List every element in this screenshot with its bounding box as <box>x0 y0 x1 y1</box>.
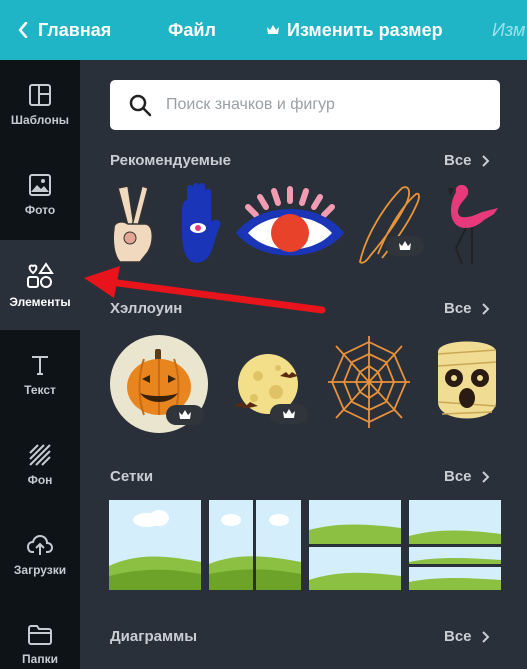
sidebar-item-photo[interactable]: Фото <box>0 150 80 240</box>
elements-icon <box>27 262 54 288</box>
red-arrow-annotation <box>84 266 326 314</box>
see-all-recommended-button[interactable]: Все <box>444 152 490 169</box>
elements-panel: Рекомендуемые Все <box>80 60 527 669</box>
search-box[interactable] <box>110 80 500 130</box>
peace-hand-sticker[interactable] <box>108 182 158 264</box>
see-all-charts-button[interactable]: Все <box>444 628 490 645</box>
truncated-menu-item[interactable]: Изм <box>492 0 525 60</box>
premium-badge <box>386 236 424 256</box>
background-icon <box>29 444 51 466</box>
sidebar-item-uploads[interactable]: Загрузки <box>0 510 80 600</box>
abstract-lines-sticker[interactable] <box>356 184 426 266</box>
top-bar: Главная Файл Изменить размер Изм <box>0 0 527 60</box>
grid-two-rows[interactable] <box>309 500 401 590</box>
sidebar-item-text[interactable]: Текст <box>0 330 80 420</box>
section-title-charts: Диаграммы <box>110 628 198 645</box>
home-back-button[interactable]: Главная <box>18 0 111 60</box>
home-label: Главная <box>38 19 112 40</box>
file-menu-button[interactable]: Файл <box>168 0 216 60</box>
grid-single[interactable] <box>109 500 201 590</box>
crown-icon <box>267 25 279 34</box>
landscape-image <box>309 500 401 590</box>
search-icon <box>129 94 152 117</box>
sidebar-item-label: Фон <box>27 473 53 487</box>
sidebar-item-label: Текст <box>24 383 56 397</box>
section-title-recommended: Рекомендуемые <box>110 152 231 169</box>
landscape-image <box>409 500 501 590</box>
spider-web-icon <box>328 336 410 428</box>
search-input[interactable] <box>166 96 486 114</box>
text-icon <box>32 356 48 375</box>
chevron-right-icon <box>481 630 489 643</box>
chevron-right-icon <box>481 470 489 483</box>
evil-eye-icon <box>236 186 344 256</box>
pumpkin-sticker[interactable] <box>110 335 208 433</box>
flamingo-icon <box>448 184 498 265</box>
peace-hand-icon <box>112 185 153 263</box>
chevron-left-icon <box>18 22 28 38</box>
sidebar-item-folders[interactable]: Папки <box>0 600 80 669</box>
resize-label: Изменить размер <box>287 19 443 40</box>
photo-icon <box>29 174 51 196</box>
grid-three-rows[interactable] <box>409 500 501 590</box>
flamingo-sticker[interactable] <box>436 182 502 266</box>
sidebar-item-label: Шаблоны <box>10 113 70 127</box>
templates-icon <box>29 84 51 106</box>
sidebar: Шаблоны Фото Элементы Текст Фон Загрузки… <box>0 60 80 669</box>
hamsa-hand-icon <box>182 183 221 263</box>
folder-icon <box>28 625 52 645</box>
sidebar-item-label: Папки <box>22 652 58 666</box>
sidebar-item-elements[interactable]: Элементы <box>0 240 80 330</box>
crown-icon <box>179 410 191 419</box>
premium-badge <box>270 404 308 424</box>
landscape-image <box>109 500 201 590</box>
crown-icon <box>399 241 411 250</box>
section-title-grids: Сетки <box>110 468 154 485</box>
moon-bats-sticker[interactable] <box>230 348 326 428</box>
resize-button[interactable]: Изменить размер <box>266 0 443 60</box>
premium-badge <box>166 405 204 425</box>
see-all-grids-button[interactable]: Все <box>444 468 490 485</box>
mummy-sticker[interactable] <box>432 332 502 432</box>
see-all-halloween-button[interactable]: Все <box>444 300 490 317</box>
grid-two-columns[interactable] <box>209 500 301 590</box>
crown-icon <box>283 409 295 418</box>
chevron-right-icon <box>481 154 489 167</box>
upload-icon <box>26 534 54 555</box>
evil-eye-sticker[interactable] <box>230 185 350 265</box>
sidebar-item-label: Фото <box>24 203 56 217</box>
sidebar-item-templates[interactable]: Шаблоны <box>0 60 80 150</box>
sidebar-item-background[interactable]: Фон <box>0 420 80 510</box>
sidebar-item-label: Загрузки <box>13 563 67 577</box>
mummy-icon <box>437 341 497 419</box>
chevron-right-icon <box>481 302 489 315</box>
spider-web-sticker[interactable] <box>326 332 412 432</box>
sidebar-item-label: Элементы <box>9 295 71 309</box>
file-label: Файл <box>168 19 216 40</box>
landscape-image <box>209 500 301 590</box>
hamsa-hand-sticker[interactable] <box>174 182 226 266</box>
